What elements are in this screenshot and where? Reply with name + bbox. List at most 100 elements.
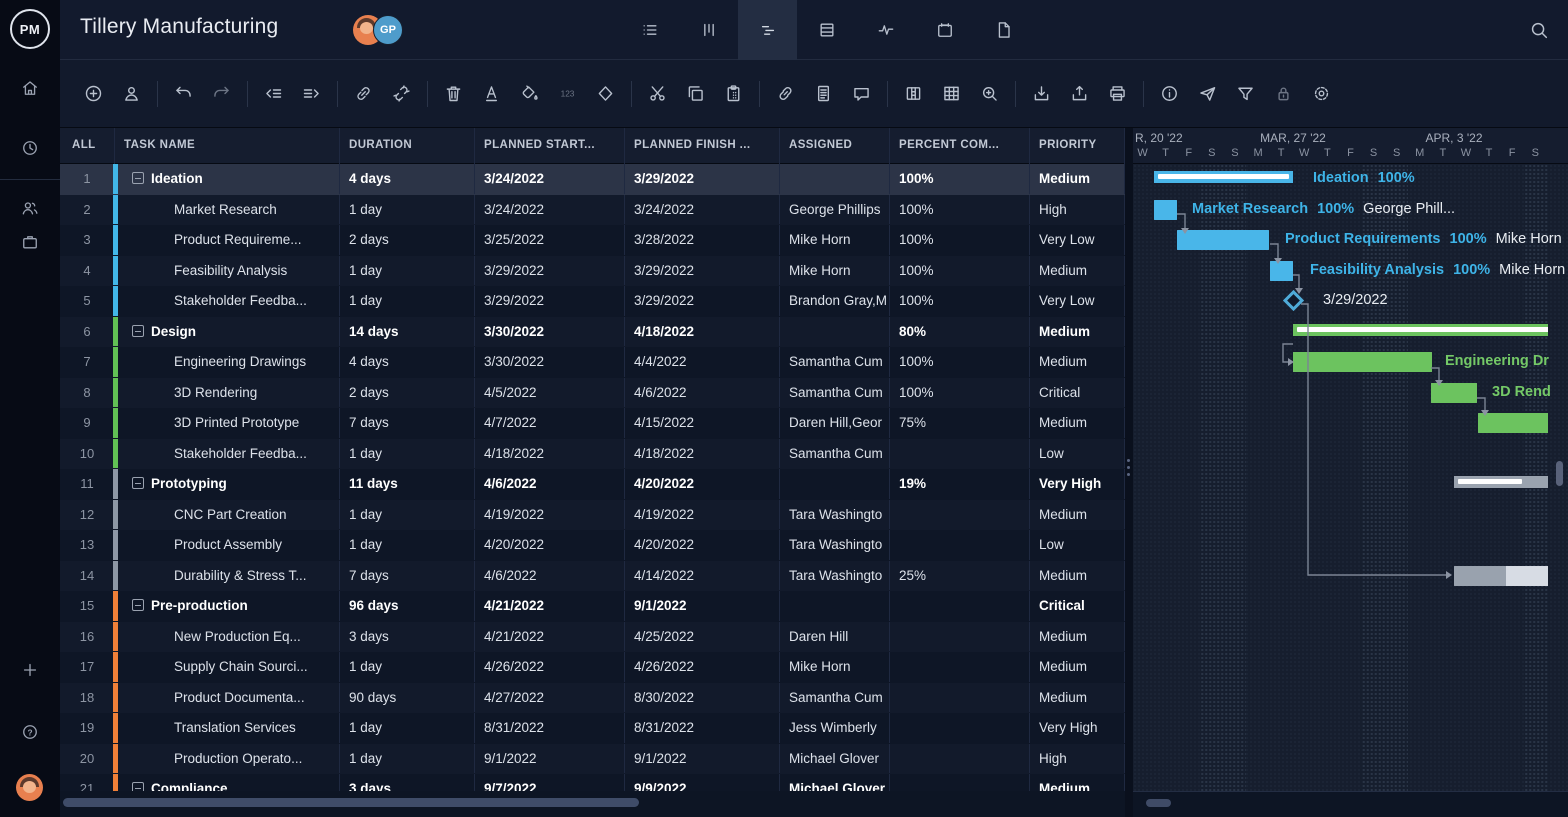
percent-complete-cell[interactable] [890,774,1030,791]
duration-cell[interactable]: 7 days [340,561,475,591]
planned-finish-cell[interactable]: 8/31/2022 [625,713,780,743]
priority-cell[interactable]: Critical [1030,591,1125,621]
planned-finish-cell[interactable]: 4/18/2022 [625,317,780,347]
planned-finish-cell[interactable]: 4/6/2022 [625,378,780,408]
priority-cell[interactable]: Medium [1030,256,1125,286]
priority-cell[interactable]: Medium [1030,774,1125,791]
percent-complete-cell[interactable]: 75% [890,408,1030,438]
planned-start-cell[interactable]: 4/20/2022 [475,530,625,560]
priority-cell[interactable]: High [1030,744,1125,774]
planned-finish-cell[interactable]: 4/18/2022 [625,439,780,469]
tab-file-view[interactable] [974,0,1033,60]
planned-start-cell[interactable]: 4/18/2022 [475,439,625,469]
task-name-cell[interactable]: Prototyping [115,469,340,499]
help-icon[interactable] [20,722,40,742]
planned-start-cell[interactable]: 9/1/2022 [475,744,625,774]
planned-finish-cell[interactable]: 8/30/2022 [625,683,780,713]
priority-cell[interactable]: Medium [1030,317,1125,347]
table-horizontal-scrollbar[interactable] [60,791,1125,817]
percent-complete-cell[interactable] [890,683,1030,713]
percent-complete-cell[interactable]: 100% [890,225,1030,255]
planned-start-cell[interactable]: 3/24/2022 [475,164,625,194]
planned-finish-cell[interactable]: 4/19/2022 [625,500,780,530]
table-row[interactable]: 13Product Assembly1 day4/20/20224/20/202… [60,530,1125,561]
home-icon[interactable] [20,78,40,98]
cut-button[interactable] [647,83,668,104]
assigned-cell[interactable]: Mike Horn [780,652,890,682]
planned-start-cell[interactable]: 3/30/2022 [475,317,625,347]
table-row[interactable]: 11Prototyping11 days4/6/20224/20/202219%… [60,469,1125,500]
percent-complete-cell[interactable] [890,652,1030,682]
planned-start-cell[interactable]: 4/7/2022 [475,408,625,438]
planned-start-cell[interactable]: 4/21/2022 [475,622,625,652]
planned-finish-cell[interactable]: 4/20/2022 [625,469,780,499]
priority-cell[interactable]: Very Low [1030,286,1125,316]
planned-start-cell[interactable]: 4/26/2022 [475,652,625,682]
duration-cell[interactable]: 2 days [340,378,475,408]
font-color-button[interactable] [481,83,502,104]
assigned-cell[interactable]: Samantha Cum [780,378,890,408]
task-name-cell[interactable]: Stakeholder Feedba... [115,439,340,469]
duration-cell[interactable]: 1 day [340,500,475,530]
assigned-cell[interactable]: Daren Hill [780,622,890,652]
table-row[interactable]: 1Ideation4 days3/24/20223/29/2022100%Med… [60,164,1125,195]
priority-cell[interactable]: Medium [1030,408,1125,438]
assigned-cell[interactable]: Tara Washingto [780,530,890,560]
percent-complete-cell[interactable]: 100% [890,347,1030,377]
priority-cell[interactable]: Medium [1030,347,1125,377]
table-row[interactable]: 2Market Research1 day3/24/20223/24/2022G… [60,195,1125,226]
assigned-cell[interactable]: Samantha Cum [780,683,890,713]
percent-complete-cell[interactable] [890,713,1030,743]
percent-complete-cell[interactable] [890,530,1030,560]
assigned-cell[interactable]: George Phillips [780,195,890,225]
planned-finish-cell[interactable]: 3/29/2022 [625,286,780,316]
undo-button[interactable] [173,83,194,104]
table-row[interactable]: 18Product Documenta...90 days4/27/20228/… [60,683,1125,714]
assigned-cell[interactable] [780,469,890,499]
tab-list-view[interactable] [620,0,679,60]
column-header[interactable]: TASK NAME [115,128,340,164]
table-row[interactable]: 12CNC Part Creation1 day4/19/20224/19/20… [60,500,1125,531]
task-name-cell[interactable]: Product Assembly [115,530,340,560]
assigned-cell[interactable]: Tara Washingto [780,500,890,530]
task-name-cell[interactable]: Production Operato... [115,744,340,774]
assign-button[interactable] [121,83,142,104]
planned-finish-cell[interactable]: 4/14/2022 [625,561,780,591]
duration-cell[interactable]: 4 days [340,164,475,194]
assigned-cell[interactable]: Samantha Cum [780,439,890,469]
table-row[interactable]: 4Feasibility Analysis1 day3/29/20223/29/… [60,256,1125,287]
duration-cell[interactable]: 1 day [340,530,475,560]
column-header[interactable]: PLANNED START... [475,128,625,164]
settings-button[interactable] [1311,83,1332,104]
task-name-cell[interactable]: Feasibility Analysis [115,256,340,286]
comment-button[interactable] [851,83,872,104]
duration-cell[interactable]: 3 days [340,622,475,652]
percent-complete-cell[interactable] [890,591,1030,621]
column-header[interactable]: DURATION [340,128,475,164]
assigned-cell[interactable]: Mike Horn [780,225,890,255]
priority-cell[interactable]: Very High [1030,713,1125,743]
lock-button[interactable] [1273,83,1294,104]
zoom-in-button[interactable] [979,83,1000,104]
planned-start-cell[interactable]: 9/7/2022 [475,774,625,791]
scrollbar-thumb[interactable] [63,798,639,807]
planned-finish-cell[interactable]: 9/1/2022 [625,591,780,621]
planned-finish-cell[interactable]: 4/26/2022 [625,652,780,682]
tab-sheet-view[interactable] [797,0,856,60]
duration-cell[interactable]: 90 days [340,683,475,713]
table-row[interactable]: 3Product Requireme...2 days3/25/20223/28… [60,225,1125,256]
priority-cell[interactable]: High [1030,195,1125,225]
task-name-cell[interactable]: Product Requireme... [115,225,340,255]
column-header[interactable]: ASSIGNED [780,128,890,164]
planned-finish-cell[interactable]: 3/24/2022 [625,195,780,225]
table-row[interactable]: 15Pre-production96 days4/21/20229/1/2022… [60,591,1125,622]
task-name-cell[interactable]: Design [115,317,340,347]
planned-finish-cell[interactable]: 4/15/2022 [625,408,780,438]
split-columns-button[interactable] [903,83,924,104]
planned-finish-cell[interactable]: 9/9/2022 [625,774,780,791]
assigned-cell[interactable]: Tara Washingto [780,561,890,591]
collapse-icon[interactable] [132,782,144,791]
assigned-cell[interactable]: Michael Glover [780,744,890,774]
gantt-horizontal-scrollbar[interactable] [1133,791,1568,817]
tab-activity-view[interactable] [856,0,915,60]
